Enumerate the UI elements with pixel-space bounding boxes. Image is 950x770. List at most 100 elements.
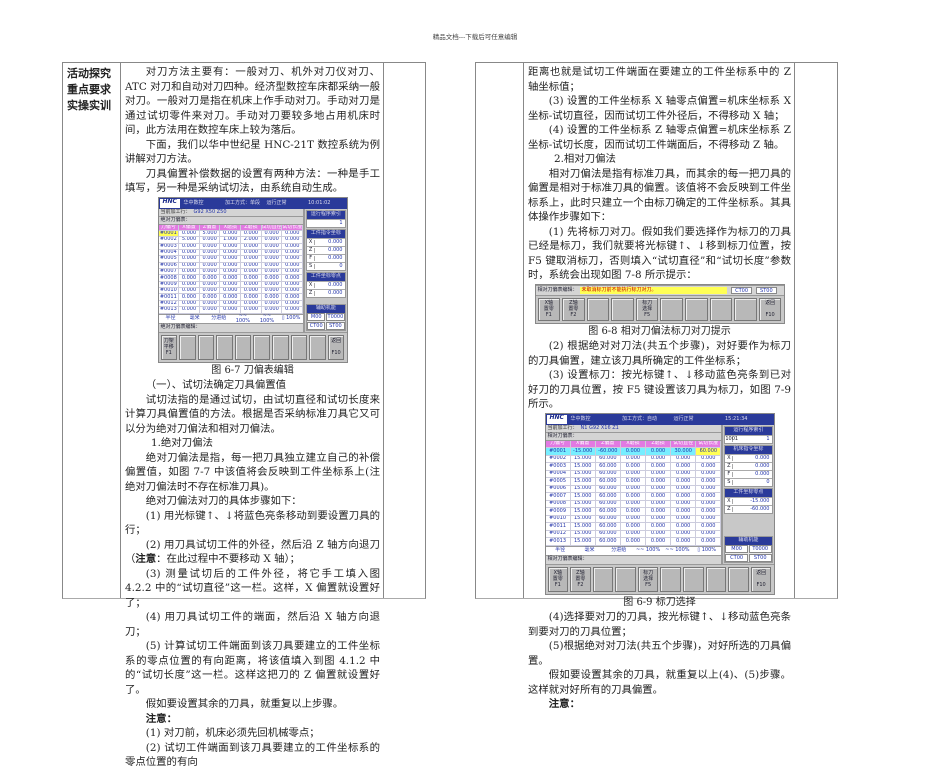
function-key-9[interactable]	[734, 297, 757, 321]
side-box: 工件坐标零点 X 0.000 Z 0.000	[306, 271, 346, 298]
function-key-2[interactable]: Z轴 置零 F2	[562, 297, 585, 321]
function-key-5[interactable]: 标刀 选择 F5	[637, 566, 659, 592]
table-cell: 0.000	[696, 470, 722, 477]
aux-box: 辅助机能 M00 T0000 CT00 ST00	[724, 535, 773, 563]
right-content: 距离也就是试切工件端面在要建立的工件坐标系中的 Z 轴坐标值； (3) 设置的工件…	[524, 63, 795, 710]
table-cell: 60.000	[596, 478, 621, 485]
function-key-9[interactable]	[728, 566, 749, 592]
function-key-5[interactable]: 标刀 选择 F5	[635, 297, 659, 321]
side-row: Z -60.000	[725, 504, 772, 513]
table-cell: 0.000	[282, 294, 304, 300]
table-cell: 0.000	[282, 288, 304, 294]
function-key-7[interactable]	[272, 334, 289, 360]
side-axis: Z	[307, 290, 316, 296]
function-key-6[interactable]	[660, 566, 682, 592]
table-row[interactable]: #0006 15.000 60.000 0.000 0.000 0.000 0.000	[545, 485, 722, 493]
status-item: ~~ 100%	[665, 547, 690, 553]
table-row[interactable]: #0001 -15.000 -60.000 0.000 0.000 30.000 60.00…	[545, 448, 722, 456]
column-header: 试切直径	[261, 224, 283, 230]
column-header: X偏置	[570, 440, 596, 447]
function-key-2[interactable]	[179, 334, 196, 360]
column-header: X磨损	[220, 224, 242, 230]
figure-caption: 图 6-9 标刀选择	[623, 596, 696, 608]
table-cell: 0.000	[671, 463, 697, 470]
function-key-10[interactable]: 返回 F10	[327, 334, 345, 360]
side-row: 1	[307, 218, 345, 227]
paragraph: (5) 计算试切工件端面到该刀具要建立的工件坐标系的零点位置的有向距离，将该值填…	[125, 640, 380, 696]
table-cell: 60.000	[596, 493, 621, 500]
table-cell: #0012	[159, 300, 180, 307]
table-cell: 0.000	[241, 256, 262, 262]
table-cell: 0.000	[262, 275, 283, 281]
table-cell: 0.000	[646, 455, 672, 462]
table-row[interactable]: #0009 15.000 60.000 0.000 0.000 0.000 0.000	[545, 508, 722, 516]
table-row[interactable]: #0010 15.000 60.000 0.000 0.000 0.000 0.000	[545, 515, 722, 523]
function-key-4[interactable]	[216, 334, 233, 360]
aux-box: 辅助机能 M00 T0000 CT00 ST00	[306, 303, 346, 331]
function-key-4[interactable]	[615, 566, 636, 592]
screenshot-fig67: HNC 华中数控 加工方式：单段 运行正常 10:01:02 当前加工行： G92 X50 …	[157, 196, 348, 363]
side-axis: S	[307, 263, 316, 269]
paragraph: 对刀方法主要有：一般对刀、机外对刀仪对刀、ATC 对刀和自动对刀四种。经济型数控…	[125, 66, 380, 136]
function-key-7[interactable]	[685, 297, 708, 321]
table-row[interactable]: #0008 15.000 60.000 0.000 0.000 0.000 0.000	[545, 500, 722, 508]
table-row[interactable]: #0011 15.000 60.000 0.000 0.000 0.000 0.000	[545, 523, 722, 531]
side-box-title: 工件指令坐标	[307, 229, 345, 238]
side-value: 1	[339, 219, 343, 226]
side-row: F 0.000	[725, 469, 772, 478]
paragraph: 假如要设置其余的刀具，就重复以上步骤。	[145, 698, 344, 710]
side-axis: F	[725, 471, 734, 477]
function-key-7[interactable]	[683, 566, 704, 592]
table-row[interactable]: #0007 15.000 60.000 0.000 0.000 0.000 0.000	[545, 493, 722, 501]
table-row[interactable]: #0004 15.000 60.000 0.000 0.000 0.000 0.000	[545, 470, 722, 478]
table-row[interactable]: #0002 15.000 60.000 0.000 0.000 0.000 0.000	[545, 455, 722, 463]
table-cell: 0.000	[179, 269, 200, 275]
function-key-9[interactable]	[309, 334, 326, 360]
side-value: 0.000	[328, 246, 343, 253]
function-key-3[interactable]	[592, 566, 614, 592]
table-cell: 0.000	[671, 500, 697, 507]
column-header: 试切直径	[671, 440, 697, 447]
table-cell: 2.000	[241, 237, 262, 243]
table-row[interactable]: #0005 15.000 60.000 0.000 0.000 0.000 0.000	[545, 478, 722, 486]
table-cell: 15.000	[571, 470, 596, 477]
function-key-8[interactable]	[709, 297, 733, 321]
table-row[interactable]: #0003 15.000 60.000 0.000 0.000 0.000 0.000	[545, 463, 722, 471]
function-key-8[interactable]	[290, 334, 308, 360]
column-header: Z磨损	[241, 224, 262, 230]
side-row: X 0.000	[725, 453, 772, 462]
offset-table: 刀偏号 X偏置 Z偏置 X磨损 Z磨损 试切直径 试切长度 #0001 0.000 5.000 0.…	[158, 224, 304, 314]
table-cell: #0002	[159, 237, 180, 243]
aux-item: CT00	[725, 553, 748, 562]
table-cell: 0.000	[241, 275, 262, 281]
table-row[interactable]: #0013 15.000 60.000 0.000 0.000 0.000 0.000	[545, 538, 722, 546]
function-key-8[interactable]	[705, 566, 727, 592]
function-key-1[interactable]: X轴 置零 F1	[537, 297, 561, 321]
table-cell: #0001	[158, 230, 180, 237]
function-key-1[interactable]: X轴 置零 F1	[547, 566, 569, 592]
paragraph: (5)根据绝对对刀法(共五个步骤)，对好所选的刀具偏置。	[528, 640, 791, 667]
function-key-5[interactable]	[234, 334, 252, 360]
function-key-6[interactable]	[253, 334, 271, 360]
table-cell: 0.000	[241, 281, 262, 288]
function-key-3[interactable]	[586, 297, 610, 321]
table-cell: 0.000	[179, 275, 200, 281]
side-box-title: 运行程序索引	[725, 426, 772, 435]
side-row: S0	[725, 477, 772, 486]
side-row: 1001 1	[725, 434, 772, 443]
paragraph: (4)选择要对刀的刀具，按光标键↑、↓移动蓝色亮条到要对刀的刀具位置；	[528, 611, 791, 638]
table-row[interactable]: #0012 15.000 60.000 0.000 0.000 0.000 0.000	[545, 530, 722, 538]
note-heading: 注意：	[548, 698, 580, 710]
table-cell: 0.000	[220, 281, 242, 288]
column-header: X偏置	[179, 224, 200, 230]
aux-item: T0000	[748, 544, 772, 553]
function-key-6[interactable]	[660, 297, 684, 321]
function-key-4[interactable]	[611, 297, 634, 321]
function-key-3[interactable]	[197, 334, 215, 360]
function-key-10[interactable]: 返回 F10	[750, 566, 772, 592]
function-key-2[interactable]: Z轴 置零 F2	[570, 566, 591, 592]
table-cell: 0.000	[200, 243, 221, 249]
function-key-10[interactable]: 返回 F10	[758, 297, 782, 321]
table-cell: 15.000	[571, 500, 596, 507]
function-key-1[interactable]: 刀架 平移 F1	[160, 334, 178, 360]
